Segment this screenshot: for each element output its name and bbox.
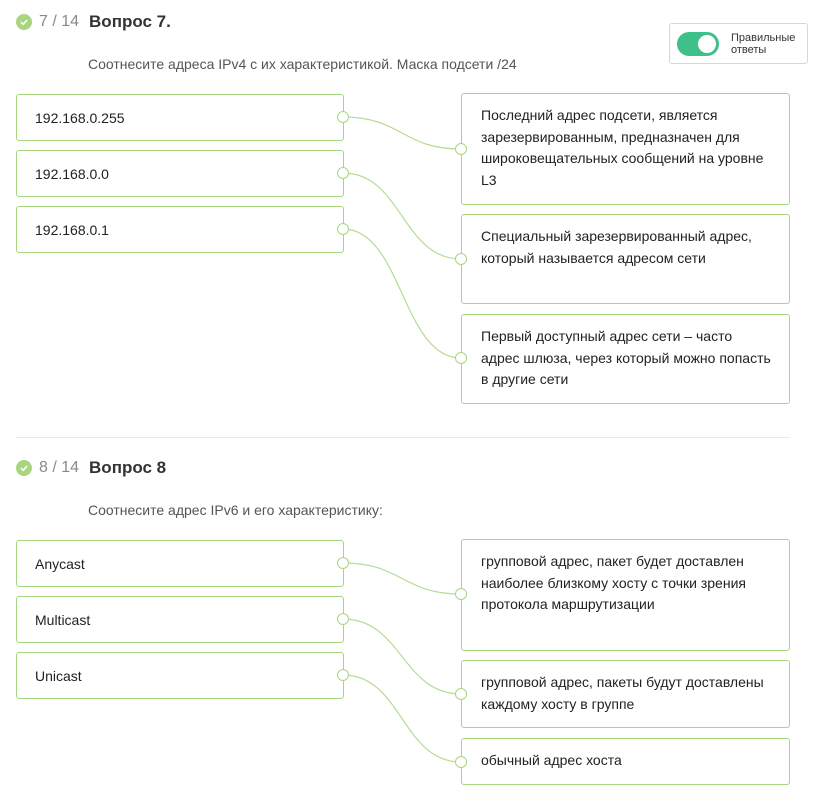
match-left-item[interactable]: Unicast	[16, 652, 344, 699]
connector-q7-2	[342, 172, 462, 260]
question-prompt: Соотнесите адреса IPv4 с их характеристи…	[88, 56, 517, 72]
connector-handle[interactable]	[455, 588, 467, 600]
toggle-knob	[698, 34, 716, 53]
match-left-item[interactable]: 192.168.0.255	[16, 94, 344, 141]
match-right-item[interactable]: обычный адрес хоста	[461, 738, 790, 785]
toggle-label: Правильные ответы	[731, 31, 796, 56]
connector-handle[interactable]	[337, 223, 349, 235]
question-prompt: Соотнесите адрес IPv6 и его характеристи…	[88, 502, 383, 518]
toggle-switch[interactable]	[677, 31, 719, 56]
question-title: Вопрос 8	[89, 458, 167, 477]
connector-handle[interactable]	[455, 756, 467, 768]
connector-q7-3	[342, 228, 462, 359]
question-counter: 8 / 14	[39, 459, 80, 476]
match-left-item[interactable]: Multicast	[16, 596, 344, 643]
connector-handle[interactable]	[455, 143, 467, 155]
connector-q8-2	[342, 618, 462, 695]
check-icon	[16, 460, 32, 476]
connector-handle[interactable]	[455, 253, 467, 265]
connector-handle[interactable]	[337, 557, 349, 569]
match-left-item[interactable]: 192.168.0.0	[16, 150, 344, 197]
match-right-item[interactable]: групповой адрес, пакет будет доставлен н…	[461, 539, 790, 651]
connector-handle[interactable]	[337, 669, 349, 681]
divider	[16, 437, 790, 438]
connector-handle[interactable]	[455, 688, 467, 700]
connector-handle[interactable]	[337, 111, 349, 123]
connector-handle[interactable]	[455, 352, 467, 364]
question-title: Вопрос 7.	[89, 12, 171, 31]
connector-q7-1	[342, 116, 462, 150]
check-icon	[16, 14, 32, 30]
match-right-item[interactable]: Последний адрес подсети, является зарезе…	[461, 93, 790, 205]
question-8-header: 8 / 14 Вопрос 8	[16, 458, 166, 478]
connector-handle[interactable]	[337, 167, 349, 179]
correct-answers-toggle[interactable]: Правильные ответы	[669, 23, 808, 64]
match-left-item[interactable]: Anycast	[16, 540, 344, 587]
question-counter: 7 / 14	[39, 13, 80, 30]
connector-q8-3	[342, 674, 462, 763]
connector-q8-1	[342, 562, 462, 595]
match-left-item[interactable]: 192.168.0.1	[16, 206, 344, 253]
match-right-item[interactable]: групповой адрес, пакеты будут доставлены…	[461, 660, 790, 728]
connector-handle[interactable]	[337, 613, 349, 625]
match-right-item[interactable]: Первый доступный адрес сети – часто адре…	[461, 314, 790, 404]
match-right-item[interactable]: Специальный зарезервированный адрес, кот…	[461, 214, 790, 304]
question-7-header: 7 / 14 Вопрос 7.	[16, 12, 171, 32]
